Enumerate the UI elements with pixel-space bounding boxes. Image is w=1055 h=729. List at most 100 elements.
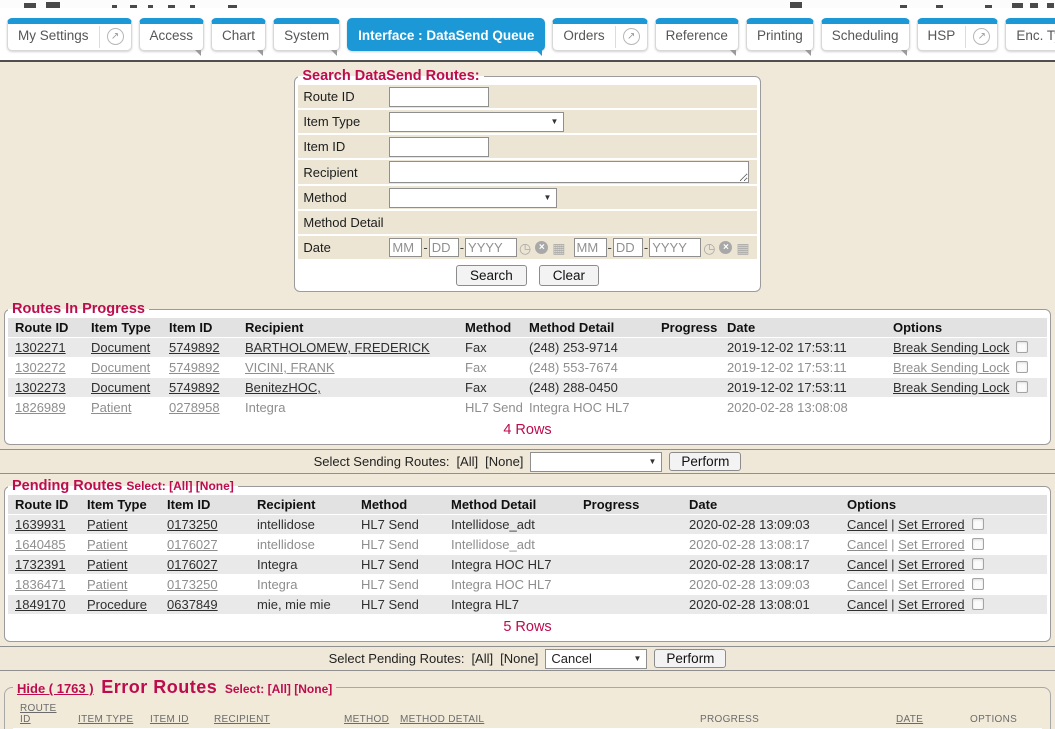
- route_id-link[interactable]: 1640485: [15, 537, 66, 552]
- clear-date-icon[interactable]: ×: [719, 241, 732, 254]
- column-header-item-type[interactable]: ITEM TYPE: [71, 701, 143, 727]
- popout-icon[interactable]: ↗: [107, 28, 124, 45]
- row-checkbox[interactable]: [1016, 341, 1028, 353]
- route_id-link[interactable]: 1639931: [15, 517, 66, 532]
- item_id-link[interactable]: 0637849: [167, 597, 218, 612]
- column-header-date[interactable]: DATE: [889, 701, 963, 727]
- clear-button[interactable]: Clear: [539, 265, 599, 286]
- row-checkbox[interactable]: [972, 538, 984, 550]
- tab-interface-datasend-queue[interactable]: Interface : DataSend Queue: [347, 18, 545, 51]
- item_id-link[interactable]: 0173250: [167, 517, 218, 532]
- item_id-link[interactable]: 0176027: [167, 557, 218, 572]
- set-errored-link[interactable]: Set Errored: [898, 597, 964, 612]
- column-header-method-detail[interactable]: METHOD DETAIL: [393, 701, 693, 727]
- break-sending-lock-link[interactable]: Break Sending Lock: [893, 360, 1009, 375]
- item_id-link[interactable]: 0278958: [169, 400, 220, 415]
- tab-chart[interactable]: Chart: [211, 18, 266, 51]
- item_type-link[interactable]: Document: [91, 360, 150, 375]
- cancel-link[interactable]: Cancel: [847, 557, 887, 572]
- row-checkbox[interactable]: [972, 578, 984, 590]
- sending-select-none-link[interactable]: [None]: [485, 454, 523, 469]
- item_id-link[interactable]: 5749892: [169, 340, 220, 355]
- date-mm-input[interactable]: [389, 238, 422, 257]
- sending-perform-button[interactable]: Perform: [669, 452, 741, 471]
- row-checkbox[interactable]: [972, 598, 984, 610]
- method-select[interactable]: ▼: [389, 188, 557, 208]
- sending-action-select[interactable]: ▼: [530, 452, 662, 472]
- cancel-link[interactable]: Cancel: [847, 517, 887, 532]
- item_id-link[interactable]: 5749892: [169, 360, 220, 375]
- row-checkbox[interactable]: [972, 558, 984, 570]
- set-errored-link[interactable]: Set Errored: [898, 557, 964, 572]
- tab-reference[interactable]: Reference: [655, 18, 739, 51]
- set-errored-link[interactable]: Set Errored: [898, 537, 964, 552]
- pending-action-select[interactable]: Cancel ▼: [545, 649, 647, 669]
- column-header-route-id[interactable]: ROUTE ID: [13, 701, 71, 727]
- clock-icon[interactable]: ◷: [703, 241, 715, 255]
- date-mm-input[interactable]: [574, 238, 607, 257]
- tab-access[interactable]: Access: [139, 18, 205, 51]
- tab-enc-types[interactable]: Enc. Types↗: [1005, 18, 1055, 51]
- cancel-link[interactable]: Cancel: [847, 577, 887, 592]
- break-sending-lock-link[interactable]: Break Sending Lock: [893, 340, 1009, 355]
- route_id-link[interactable]: 1836471: [15, 577, 66, 592]
- route_id-link[interactable]: 1732391: [15, 557, 66, 572]
- column-header-method[interactable]: METHOD: [337, 701, 393, 727]
- item_id-link[interactable]: 0173250: [167, 577, 218, 592]
- cancel-link[interactable]: Cancel: [847, 597, 887, 612]
- calendar-icon[interactable]: ▦: [736, 241, 749, 255]
- row-checkbox[interactable]: [972, 518, 984, 530]
- item_type-link[interactable]: Patient: [87, 557, 127, 572]
- search-button[interactable]: Search: [456, 265, 527, 286]
- item_type-link[interactable]: Document: [91, 380, 150, 395]
- column-header-recipient[interactable]: RECIPIENT: [207, 701, 337, 727]
- item_type-link[interactable]: Patient: [87, 577, 127, 592]
- row-checkbox[interactable]: [1016, 361, 1028, 373]
- calendar-icon[interactable]: ▦: [552, 241, 565, 255]
- pending-bar-all-link[interactable]: [All]: [471, 651, 493, 666]
- popout-icon[interactable]: ↗: [623, 28, 640, 45]
- column-header-item-id[interactable]: ITEM ID: [143, 701, 207, 727]
- item_type-link[interactable]: Document: [91, 340, 150, 355]
- hide-error-routes-link[interactable]: Hide ( 1763 ): [17, 681, 94, 696]
- sending-select-all-link[interactable]: [All]: [456, 454, 478, 469]
- row-checkbox[interactable]: [1016, 381, 1028, 393]
- item_type-link[interactable]: Procedure: [87, 597, 147, 612]
- error-select-all-link[interactable]: [All]: [268, 682, 291, 696]
- recipient-link[interactable]: BARTHOLOMEW, FREDERICK: [245, 340, 430, 355]
- item_id-link[interactable]: 0176027: [167, 537, 218, 552]
- pending-select-all-link[interactable]: [All]: [169, 479, 192, 493]
- item-type-select[interactable]: ▼: [389, 112, 564, 132]
- route_id-link[interactable]: 1302272: [15, 360, 66, 375]
- item_type-link[interactable]: Patient: [87, 537, 127, 552]
- route_id-link[interactable]: 1302273: [15, 380, 66, 395]
- set-errored-link[interactable]: Set Errored: [898, 577, 964, 592]
- tab-my-settings[interactable]: My Settings↗: [7, 18, 132, 51]
- route_id-link[interactable]: 1826989: [15, 400, 66, 415]
- tab-hsp[interactable]: HSP↗: [917, 18, 999, 51]
- set-errored-link[interactable]: Set Errored: [898, 517, 964, 532]
- tab-printing[interactable]: Printing: [746, 18, 814, 51]
- pending-select-none-link[interactable]: [None]: [196, 479, 234, 493]
- item_type-link[interactable]: Patient: [91, 400, 131, 415]
- item_id-link[interactable]: 5749892: [169, 380, 220, 395]
- clock-icon[interactable]: ◷: [519, 241, 531, 255]
- recipient-textarea[interactable]: [389, 161, 749, 183]
- recipient-link[interactable]: BenitezHOC,: [245, 380, 321, 395]
- tab-orders[interactable]: Orders↗: [552, 18, 647, 51]
- tab-system[interactable]: System: [273, 18, 340, 51]
- date-dd-input[interactable]: [429, 238, 459, 257]
- error-select-none-link[interactable]: [None]: [294, 682, 332, 696]
- route_id-link[interactable]: 1302271: [15, 340, 66, 355]
- item_type-link[interactable]: Patient: [87, 517, 127, 532]
- clear-date-icon[interactable]: ×: [535, 241, 548, 254]
- date-yyyy-input[interactable]: [649, 238, 701, 257]
- route-id-input[interactable]: [389, 87, 489, 107]
- cancel-link[interactable]: Cancel: [847, 537, 887, 552]
- pending-bar-none-link[interactable]: [None]: [500, 651, 538, 666]
- popout-icon[interactable]: ↗: [973, 28, 990, 45]
- date-dd-input[interactable]: [613, 238, 643, 257]
- route_id-link[interactable]: 1849170: [15, 597, 66, 612]
- tab-scheduling[interactable]: Scheduling: [821, 18, 910, 51]
- break-sending-lock-link[interactable]: Break Sending Lock: [893, 380, 1009, 395]
